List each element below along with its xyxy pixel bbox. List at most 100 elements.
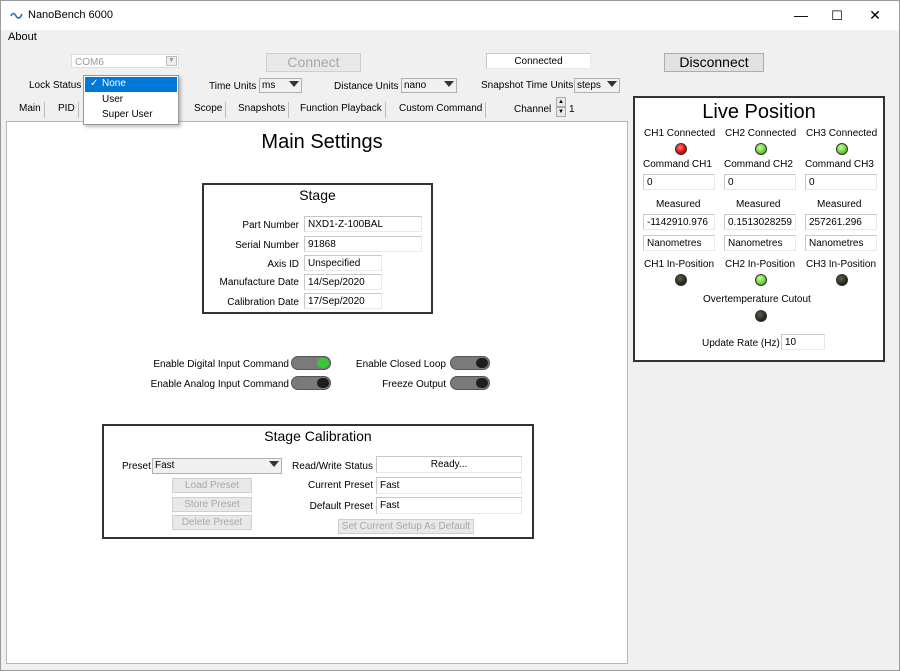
check-icon: ✓ [90, 78, 99, 89]
ch1-measured-label: Measured [656, 199, 701, 210]
ch3-connected-label: CH3 Connected [806, 128, 878, 139]
ch2-command-field[interactable]: 0 [724, 174, 796, 190]
update-rate-label: Update Rate (Hz) [702, 338, 780, 349]
maximize-button[interactable]: ☐ [819, 1, 855, 30]
ch1-in-position-led [675, 274, 687, 286]
port-combo[interactable]: COM6 ▼ [71, 54, 179, 68]
calibration-date-field: 17/Sep/2020 [304, 293, 382, 309]
store-preset-button[interactable]: Store Preset [172, 497, 252, 512]
toggle-knob [317, 378, 329, 388]
chevron-down-icon [607, 81, 617, 87]
part-number-label: Part Number [242, 220, 299, 231]
time-units-select[interactable]: ms [259, 78, 302, 93]
distance-units-select[interactable]: nano [401, 78, 457, 93]
window-title: NanoBench 6000 [28, 9, 114, 21]
app-window: NanoBench 6000 — ☐ ✕ About COM6 ▼ Connec… [0, 0, 900, 671]
axis-id-label: Axis ID [267, 259, 299, 270]
lock-option-none[interactable]: ✓ None [85, 77, 177, 92]
app-icon [10, 12, 23, 19]
menu-bar: About [1, 30, 899, 45]
ch3-measured-field: 257261.296 [805, 214, 877, 230]
toggle-knob [317, 358, 329, 368]
ch3-measured-label: Measured [817, 199, 862, 210]
ch3-in-position-led [836, 274, 848, 286]
toggle-knob [476, 358, 488, 368]
tab-function-playback[interactable]: Function Playback [297, 102, 386, 118]
axis-id-field: Unspecified [304, 255, 382, 271]
distance-units-label: Distance Units [334, 81, 399, 92]
ch2-in-position-led [755, 274, 767, 286]
stage-group: Stage Part Number NXD1-Z-100BAL Serial N… [202, 183, 433, 314]
update-rate-field[interactable]: 10 [781, 334, 825, 350]
ch1-units-field: Nanometres [643, 235, 715, 251]
chevron-down-icon [289, 81, 299, 87]
tab-pid[interactable]: PID [55, 102, 79, 118]
stage-calibration-group: Stage Calibration Preset Fast Load Prese… [102, 424, 534, 539]
default-preset-field: Fast [376, 497, 522, 514]
channel-value: 1 [569, 104, 575, 115]
page-title: Main Settings [261, 131, 383, 153]
spinner-down-icon[interactable]: ▼ [556, 107, 566, 117]
stage-calibration-title: Stage Calibration [264, 428, 372, 444]
ch2-connected-led [755, 143, 767, 155]
digital-input-toggle[interactable] [291, 356, 331, 370]
spinner-up-icon[interactable]: ▲ [556, 97, 566, 107]
lock-option-user[interactable]: User [85, 93, 177, 108]
connect-button[interactable]: Connect [266, 53, 361, 72]
overtemp-label: Overtemperature Cutout [703, 294, 811, 305]
lock-option-label: Super User [102, 109, 153, 120]
ch3-in-position-label: CH3 In-Position [806, 259, 877, 270]
channel-spinner[interactable]: ▲ ▼ [556, 97, 566, 117]
disconnect-button[interactable]: Disconnect [664, 53, 764, 72]
ch1-command-label: Command CH1 [643, 159, 712, 170]
close-button[interactable]: ✕ [857, 1, 893, 30]
lock-status-dropdown: ✓ None User Super User [83, 75, 179, 125]
toggle-knob [476, 378, 488, 388]
ch3-units-field: Nanometres [805, 235, 877, 251]
minimize-button[interactable]: — [783, 1, 819, 30]
set-default-button[interactable]: Set Current Setup As Default [338, 519, 474, 534]
preset-label: Preset [122, 461, 151, 472]
time-units-label: Time Units [209, 81, 257, 92]
default-preset-label: Default Preset [309, 501, 373, 512]
menu-about[interactable]: About [8, 31, 37, 43]
snapshot-units-select[interactable]: steps [574, 78, 620, 93]
ch2-in-position-label: CH2 In-Position [725, 259, 796, 270]
tab-scope[interactable]: Scope [191, 102, 227, 118]
manufacture-date-field: 14/Sep/2020 [304, 274, 382, 290]
port-value: COM6 [75, 57, 104, 68]
live-position-panel: Live Position CH1 Connected Command CH1 … [633, 96, 885, 362]
ch1-command-field[interactable]: 0 [643, 174, 715, 190]
delete-preset-button[interactable]: Delete Preset [172, 515, 252, 530]
serial-number-field: 91868 [304, 236, 422, 252]
freeze-output-label: Freeze Output [382, 379, 446, 390]
current-preset-field: Fast [376, 477, 522, 494]
part-number-field: NXD1-Z-100BAL [304, 216, 422, 232]
tab-custom-command[interactable]: Custom Command [396, 102, 487, 118]
snapshot-units-value: steps [577, 80, 601, 91]
tab-snapshots[interactable]: Snapshots [235, 102, 290, 118]
rw-status-label: Read/Write Status [292, 461, 373, 472]
load-preset-button[interactable]: Load Preset [172, 478, 252, 493]
preset-value: Fast [155, 460, 175, 471]
chevron-down-icon [269, 461, 279, 467]
analog-input-toggle[interactable] [291, 376, 331, 390]
time-units-value: ms [262, 80, 276, 91]
ch1-measured-field: -1142910.976 [643, 214, 715, 230]
analog-input-label: Enable Analog Input Command [150, 379, 289, 390]
freeze-output-toggle[interactable] [450, 376, 490, 390]
ch3-command-field[interactable]: 0 [805, 174, 877, 190]
tab-main[interactable]: Main [16, 102, 45, 118]
ch2-command-label: Command CH2 [724, 159, 793, 170]
preset-select[interactable]: Fast [152, 458, 282, 474]
lock-option-super-user[interactable]: Super User [85, 108, 177, 123]
ch2-measured-field: 0.1513028259 [724, 214, 796, 230]
ch2-units-field: Nanometres [724, 235, 796, 251]
connection-status: Connected [486, 53, 591, 69]
port-dropdown-icon: ▼ [166, 56, 177, 66]
rw-status-field: Ready... [376, 456, 522, 473]
live-position-title: Live Position [702, 101, 816, 123]
manufacture-date-label: Manufacture Date [219, 277, 300, 288]
closed-loop-toggle[interactable] [450, 356, 490, 370]
calibration-date-label: Calibration Date [227, 297, 299, 308]
